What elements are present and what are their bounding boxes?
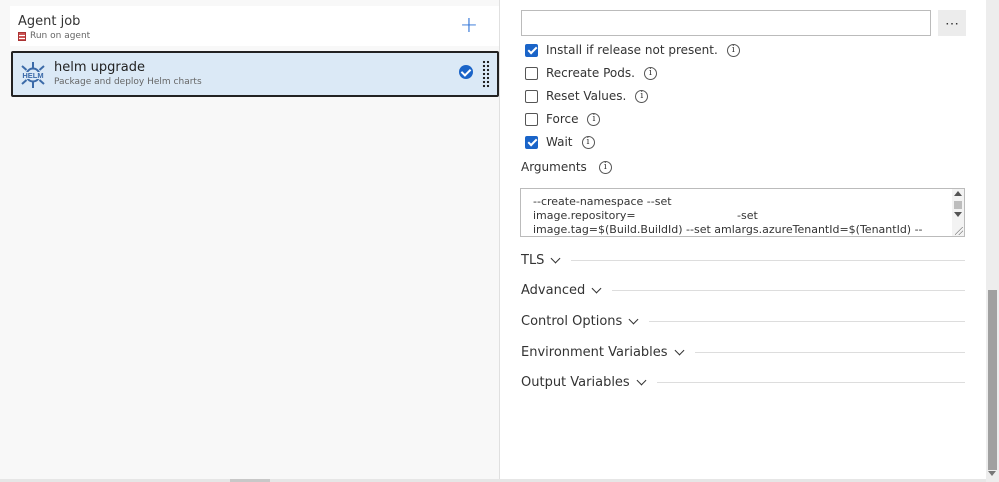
arguments-label-row: Arguments i bbox=[521, 160, 612, 174]
section-divider bbox=[649, 320, 965, 322]
section-output-variables[interactable]: Output Variables bbox=[521, 373, 965, 391]
force-checkbox[interactable] bbox=[525, 112, 538, 126]
section-control-options[interactable]: Control Options bbox=[521, 312, 965, 330]
task-settings-pane: ⋯ Install if release not present. i Recr… bbox=[500, 0, 986, 482]
option-reset-values[interactable]: Reset Values. i bbox=[525, 87, 649, 105]
info-icon[interactable]: i bbox=[635, 89, 649, 103]
section-advanced[interactable]: Advanced bbox=[521, 281, 965, 299]
helm-logo-icon: HELM bbox=[19, 62, 47, 88]
wait-checkbox[interactable] bbox=[525, 135, 538, 149]
install-checkbox[interactable] bbox=[525, 43, 538, 57]
scroll-thumb[interactable] bbox=[954, 201, 962, 209]
agent-job-title: Agent job bbox=[18, 14, 81, 29]
option-install-if-not-present[interactable]: Install if release not present. i bbox=[525, 41, 740, 59]
section-environment-variables[interactable]: Environment Variables bbox=[521, 343, 965, 361]
arguments-label: Arguments bbox=[521, 160, 587, 174]
arguments-text: --create-namespace --set image.repositor… bbox=[533, 195, 923, 236]
task-helm-upgrade[interactable]: HELM helm upgrade Package and deploy Hel… bbox=[11, 51, 499, 97]
recreate-pods-label: Recreate Pods. bbox=[546, 66, 635, 80]
section-divider bbox=[571, 259, 965, 261]
info-icon[interactable]: i bbox=[643, 66, 657, 80]
option-force[interactable]: Force i bbox=[525, 110, 601, 128]
section-title: Control Options bbox=[521, 313, 623, 329]
agent-job-header[interactable]: Agent job Run on agent + bbox=[10, 6, 499, 46]
wait-label: Wait bbox=[546, 135, 573, 149]
chevron-down-icon bbox=[674, 345, 685, 355]
info-icon[interactable]: i bbox=[726, 43, 740, 57]
force-label: Force bbox=[546, 112, 579, 126]
section-divider bbox=[612, 289, 965, 291]
server-icon bbox=[18, 31, 26, 41]
section-title: Output Variables bbox=[521, 374, 630, 390]
reset-values-checkbox[interactable] bbox=[525, 89, 538, 103]
page-scrollbar[interactable] bbox=[986, 0, 999, 482]
helm-logo-text: HELM bbox=[22, 71, 43, 80]
plus-icon: + bbox=[459, 13, 479, 38]
chevron-down-icon bbox=[550, 253, 561, 263]
install-label: Install if release not present. bbox=[546, 43, 718, 57]
chevron-down-icon bbox=[636, 375, 647, 385]
scroll-up-icon[interactable] bbox=[954, 191, 962, 196]
info-icon[interactable]: i bbox=[598, 160, 612, 174]
section-title: Advanced bbox=[521, 282, 586, 298]
agent-job-subtitle-text: Run on agent bbox=[30, 31, 91, 41]
section-title: Environment Variables bbox=[521, 344, 668, 360]
chevron-down-icon bbox=[628, 314, 639, 324]
section-divider bbox=[656, 381, 965, 383]
page-scroll-thumb[interactable] bbox=[988, 290, 997, 470]
chart-path-input[interactable] bbox=[521, 10, 931, 36]
arguments-textarea[interactable]: --create-namespace --set image.repositor… bbox=[520, 188, 965, 237]
section-title: TLS bbox=[521, 252, 545, 268]
task-subtitle: Package and deploy Helm charts bbox=[54, 77, 202, 87]
info-icon[interactable]: i bbox=[587, 112, 601, 126]
add-task-button[interactable]: + bbox=[457, 15, 481, 39]
drag-handle-icon[interactable] bbox=[482, 60, 490, 88]
agent-job-subtitle: Run on agent bbox=[18, 31, 90, 41]
resize-grip-icon[interactable] bbox=[955, 227, 963, 235]
chevron-down-icon bbox=[591, 283, 602, 293]
recreate-pods-checkbox[interactable] bbox=[525, 66, 538, 80]
task-list-pane: Agent job Run on agent + HELM helm upgra… bbox=[0, 0, 500, 482]
option-wait[interactable]: Wait i bbox=[525, 133, 595, 151]
check-circle-icon bbox=[459, 65, 473, 79]
info-icon[interactable]: i bbox=[581, 135, 595, 149]
scroll-down-icon[interactable] bbox=[988, 471, 996, 476]
option-recreate-pods[interactable]: Recreate Pods. i bbox=[525, 64, 657, 82]
task-title: helm upgrade bbox=[54, 60, 145, 75]
section-tls[interactable]: TLS bbox=[521, 251, 965, 269]
more-options-button[interactable]: ⋯ bbox=[938, 10, 966, 36]
reset-values-label: Reset Values. bbox=[546, 89, 627, 103]
section-divider bbox=[694, 351, 965, 353]
scroll-down-icon[interactable] bbox=[954, 212, 962, 217]
